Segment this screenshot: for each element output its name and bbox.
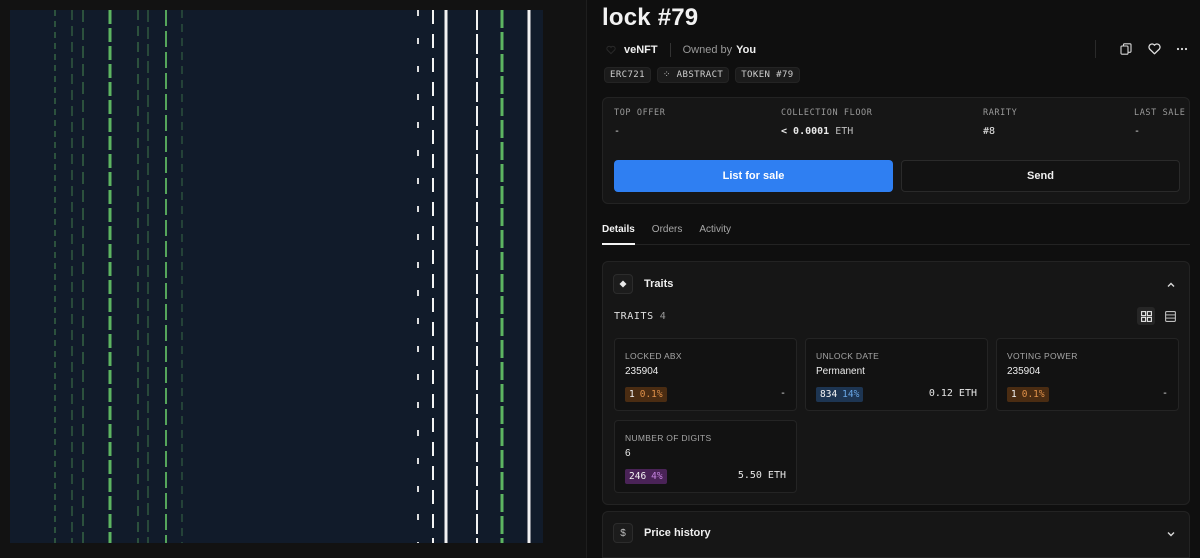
stat-label: TOP OFFER: [614, 108, 666, 118]
trait-rarity-badge: 1 0.1%: [625, 387, 667, 402]
nft-image-panel: [0, 0, 586, 558]
traits-count: 4: [659, 311, 667, 322]
traits-count-row: TRAITS 4: [614, 311, 666, 322]
collection-link[interactable]: veNFT: [624, 44, 658, 56]
grid-view-button[interactable]: [1137, 307, 1155, 325]
chevron-down-icon[interactable]: [1165, 528, 1177, 540]
detail-tabs: Details Orders Activity: [602, 218, 1190, 245]
traits-title: Traits: [644, 278, 674, 290]
traits-view-toggles: [1137, 307, 1179, 325]
tab-orders[interactable]: Orders: [652, 218, 683, 245]
trait-value: 6: [625, 448, 631, 459]
more-icon: [1176, 47, 1188, 51]
trait-count: 1: [1011, 389, 1017, 400]
trait-rarity-badge: 834 14%: [816, 387, 864, 402]
trait-card-locked-abx[interactable]: LOCKED ABX 235904 1 0.1% -: [614, 338, 797, 411]
list-icon: [1164, 310, 1176, 322]
trait-type: NUMBER OF DIGITS: [625, 433, 712, 443]
stat-rarity: RARITY #8: [983, 108, 1017, 137]
trait-type: VOTING POWER: [1007, 351, 1078, 361]
traits-count-label: TRAITS: [614, 311, 654, 322]
copy-icon: [1120, 43, 1132, 55]
price-stats-card: TOP OFFER - COLLECTION FLOOR < 0.0001 ET…: [602, 97, 1190, 204]
trait-card-unlock-date[interactable]: UNLOCK DATE Permanent 834 14% 0.12 ETH: [805, 338, 988, 411]
stat-collection-floor[interactable]: COLLECTION FLOOR < 0.0001 ETH: [781, 108, 872, 137]
panel-divider: [586, 0, 587, 558]
badge-chain[interactable]: ⁘ ABSTRACT: [656, 67, 730, 83]
stat-label: LAST SALE: [1134, 108, 1186, 118]
nft-artwork[interactable]: [10, 10, 543, 543]
trait-type: LOCKED ABX: [625, 351, 682, 361]
stat-label: RARITY: [983, 108, 1018, 118]
trait-percent: 0.1%: [1021, 389, 1045, 400]
trait-floor-price: 0.12 ETH: [928, 388, 977, 399]
tab-activity[interactable]: Activity: [699, 218, 731, 245]
trait-value: 235904: [625, 366, 659, 377]
trait-percent: 0.1%: [639, 389, 663, 400]
badge-token-id: TOKEN #79: [735, 67, 800, 83]
grid-icon: [1140, 310, 1152, 322]
price-history-icon-box: $: [613, 523, 633, 543]
barcode-art: [54, 10, 531, 543]
trait-percent: 4%: [651, 471, 663, 482]
owner-separator: [669, 43, 671, 57]
details-panel: lock #79 veNFT Owned by You ERC721 ⁘ ABS…: [602, 0, 1192, 558]
trait-percent: 14%: [842, 389, 860, 400]
trait-floor-price: -: [1161, 388, 1168, 399]
nft-title: lock #79: [602, 4, 699, 31]
tab-details[interactable]: Details: [602, 218, 635, 245]
price-history-section: $ Price history: [602, 511, 1190, 558]
list-for-sale-button[interactable]: List for sale: [614, 160, 893, 192]
diamond-icon: [619, 280, 627, 288]
owned-by-label: Owned by: [682, 44, 733, 56]
trait-card-number-of-digits[interactable]: NUMBER OF DIGITS 6 246 4% 5.50 ETH: [614, 420, 797, 493]
actions-separator: [1095, 40, 1096, 58]
floor-unit: ETH: [829, 126, 854, 137]
trait-value: Permanent: [816, 366, 865, 377]
traits-section: Traits TRAITS 4 LOCKED ABX 235904 1 0.1%…: [602, 261, 1190, 505]
send-button[interactable]: Send: [901, 160, 1180, 192]
heart-icon: [1147, 43, 1161, 55]
trait-floor-price: 5.50 ETH: [737, 470, 786, 481]
trait-floor-price: -: [779, 388, 786, 399]
owner-row: veNFT Owned by You: [606, 42, 756, 58]
favorite-button[interactable]: [1144, 39, 1164, 59]
trait-type: UNLOCK DATE: [816, 351, 880, 361]
title-actions: [1095, 38, 1192, 60]
price-history-header[interactable]: $ Price history: [613, 523, 711, 543]
trait-rarity-badge: 1 0.1%: [1007, 387, 1049, 402]
token-badges: ERC721 ⁘ ABSTRACT TOKEN #79: [604, 67, 800, 83]
stat-value: #8: [983, 126, 996, 137]
trait-value: 235904: [1007, 366, 1041, 377]
trait-count: 1: [629, 389, 635, 400]
trait-count: 246: [629, 471, 647, 482]
floor-prefix: <: [781, 126, 794, 137]
stat-value: -: [1134, 126, 1141, 137]
more-options-button[interactable]: [1172, 39, 1192, 59]
traits-icon-box: [613, 274, 633, 294]
stat-last-sale: LAST SALE -: [1134, 108, 1185, 137]
trait-card-voting-power[interactable]: VOTING POWER 235904 1 0.1% -: [996, 338, 1179, 411]
traits-header[interactable]: Traits: [613, 274, 673, 294]
stat-value: -: [614, 126, 621, 137]
list-view-button[interactable]: [1161, 307, 1179, 325]
badge-standard: ERC721: [604, 67, 651, 83]
copy-button[interactable]: [1116, 39, 1136, 59]
price-history-title: Price history: [644, 527, 711, 539]
trait-count: 834: [820, 389, 838, 400]
floor-value: 0.0001: [793, 126, 830, 137]
stat-value: < 0.0001 ETH: [781, 126, 872, 137]
owner-link[interactable]: You: [736, 44, 756, 56]
dollar-icon: $: [620, 527, 626, 539]
stat-top-offer: TOP OFFER -: [614, 108, 665, 137]
stat-label: COLLECTION FLOOR: [781, 108, 873, 118]
chevron-up-icon[interactable]: [1165, 279, 1177, 291]
collection-heart-icon: [606, 45, 616, 55]
trait-rarity-badge: 246 4%: [625, 469, 667, 484]
